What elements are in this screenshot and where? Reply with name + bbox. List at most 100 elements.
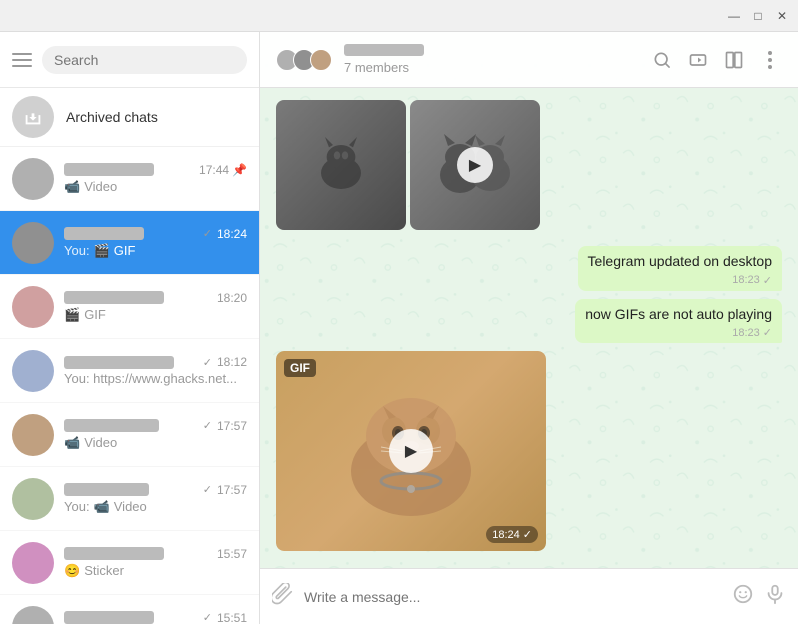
chat-header-name-blur — [344, 44, 424, 56]
chat-name-blur — [64, 547, 164, 560]
pin-icon: 📌 — [232, 163, 247, 177]
message-text: Telegram updated on desktop — [588, 252, 772, 272]
avatar — [12, 414, 54, 456]
chat-list-item[interactable]: ✓ 18:12 You: https://www.ghacks.net... — [0, 339, 259, 403]
chat-preview: 📹 Video — [64, 435, 247, 451]
gif-thumbnail: ▶ — [276, 351, 546, 551]
avatar — [12, 286, 54, 328]
message-row: ▶ GIF 18:24 ✓ — [276, 351, 782, 559]
layout-icon[interactable] — [722, 48, 746, 72]
search-icon[interactable] — [650, 48, 674, 72]
chat-info: ✓ 17:57 You: 📹 Video — [64, 483, 247, 515]
main-layout: Archived chats 17:44 📌 📹 Video — [0, 32, 798, 624]
chat-list-item[interactable]: 18:20 🎬 GIF — [0, 275, 259, 339]
archived-chats-item[interactable]: Archived chats — [0, 88, 259, 147]
emoji-icon[interactable] — [732, 583, 754, 611]
chat-time: 18:20 — [217, 291, 247, 305]
input-area — [260, 568, 798, 624]
chat-meta: ✓ 15:51 — [64, 611, 247, 624]
chat-name-blur — [64, 611, 154, 624]
chat-name-blur — [64, 483, 149, 496]
chat-info: ✓ 17:57 📹 Video — [64, 419, 247, 451]
preview-icon: 🎬 — [64, 307, 80, 323]
chat-meta: ✓ 18:12 — [64, 355, 247, 369]
chat-preview: You: 🎬 GIF — [64, 243, 247, 259]
message-meta: 18:23 ✓ — [588, 274, 772, 287]
preview-icon: 🎬 — [94, 243, 110, 259]
chat-preview: You: https://www.ghacks.net... — [64, 371, 247, 386]
chat-header: 7 members — [260, 32, 798, 88]
chat-list-item[interactable]: ✓ 17:57 You: 📹 Video — [0, 467, 259, 531]
video-thumbnail — [276, 100, 406, 230]
attach-icon[interactable] — [272, 583, 294, 611]
preview-text: GIF — [84, 307, 106, 322]
avatar — [12, 350, 54, 392]
more-options-icon[interactable] — [758, 48, 782, 72]
message-meta: 18:23 ✓ — [585, 326, 772, 339]
chat-name-blur — [64, 227, 144, 240]
chat-list-item[interactable]: 15:57 😊 Sticker — [0, 531, 259, 595]
media-item[interactable] — [276, 100, 406, 230]
preview-icon: 📹 — [64, 179, 80, 195]
chat-time: 15:57 — [217, 547, 247, 561]
chat-header-info: 7 members — [344, 44, 638, 75]
chat-info: ✓ 18:12 You: https://www.ghacks.net... — [64, 355, 247, 386]
close-button[interactable]: ✕ — [774, 8, 790, 24]
gif-message[interactable]: ▶ GIF 18:24 ✓ — [276, 351, 546, 551]
chat-time: 17:57 — [217, 419, 247, 433]
play-button[interactable]: ▶ — [389, 429, 433, 473]
chat-meta: ✓ 17:57 — [64, 483, 247, 497]
preview-prefix: You: — [64, 243, 90, 258]
play-button[interactable]: ▶ — [457, 147, 493, 183]
call-icon[interactable] — [686, 48, 710, 72]
chat-preview: You: 📹 Video — [64, 499, 247, 515]
message-row: now GIFs are not auto playing 18:23 ✓ — [276, 299, 782, 344]
minimize-button[interactable]: — — [726, 8, 742, 24]
message-input[interactable] — [304, 589, 722, 605]
chat-time: 15:51 — [217, 611, 247, 624]
chat-time: 18:12 — [217, 355, 247, 369]
chat-info: 18:20 🎬 GIF — [64, 291, 247, 323]
message-bubble: Telegram updated on desktop 18:23 ✓ — [578, 246, 782, 291]
chat-meta: 18:20 — [64, 291, 247, 305]
chat-list-item[interactable]: 17:44 📌 📹 Video — [0, 147, 259, 211]
check-icon: ✓ — [203, 419, 212, 432]
preview-text: Video — [84, 179, 117, 194]
avatar — [310, 49, 332, 71]
chat-name-blur — [64, 163, 154, 176]
message-text: now GIFs are not auto playing — [585, 305, 772, 325]
preview-prefix: You: — [64, 499, 90, 514]
check-icon: ✓ — [203, 483, 212, 496]
message-row: Telegram updated on desktop 18:23 ✓ — [276, 246, 782, 291]
check-icon: ✓ — [203, 611, 212, 624]
chat-info: ✓ 18:24 You: 🎬 GIF — [64, 227, 247, 259]
media-item[interactable]: ▶ — [410, 100, 540, 230]
gif-badge: GIF — [284, 359, 316, 377]
search-input[interactable] — [42, 46, 247, 74]
avatar — [12, 542, 54, 584]
message-time: 18:23 — [732, 274, 760, 286]
gif-check: ✓ — [523, 528, 532, 541]
avatar — [12, 478, 54, 520]
maximize-button[interactable]: □ — [750, 8, 766, 24]
chat-time: 18:24 — [217, 227, 247, 241]
messages-area[interactable]: ▶ Telegram updated on desktop 18:23 ✓ — [260, 88, 798, 568]
header-icons — [650, 48, 782, 72]
microphone-icon[interactable] — [764, 583, 786, 611]
video-thumbnail: ▶ — [410, 100, 540, 230]
preview-text: Sticker — [84, 563, 124, 578]
avatar — [12, 222, 54, 264]
media-group: ▶ — [276, 100, 540, 230]
chat-meta: ✓ 18:24 — [64, 227, 247, 241]
chat-list-item[interactable]: ✓ 15:51 😊 Sticker — [0, 595, 259, 624]
chat-list: 17:44 📌 📹 Video ✓ 18:24 You: — [0, 147, 259, 624]
chat-list-item[interactable]: ✓ 18:24 You: 🎬 GIF — [0, 211, 259, 275]
chat-list-item[interactable]: ✓ 17:57 📹 Video — [0, 403, 259, 467]
hamburger-menu-icon[interactable] — [12, 48, 32, 72]
preview-icon: 📹 — [94, 499, 110, 515]
preview-icon: 😊 — [64, 563, 80, 579]
sidebar-header — [0, 32, 259, 88]
message-row: ▶ — [276, 100, 782, 238]
check-icon: ✓ — [203, 356, 212, 369]
chat-preview: 🎬 GIF — [64, 307, 247, 323]
